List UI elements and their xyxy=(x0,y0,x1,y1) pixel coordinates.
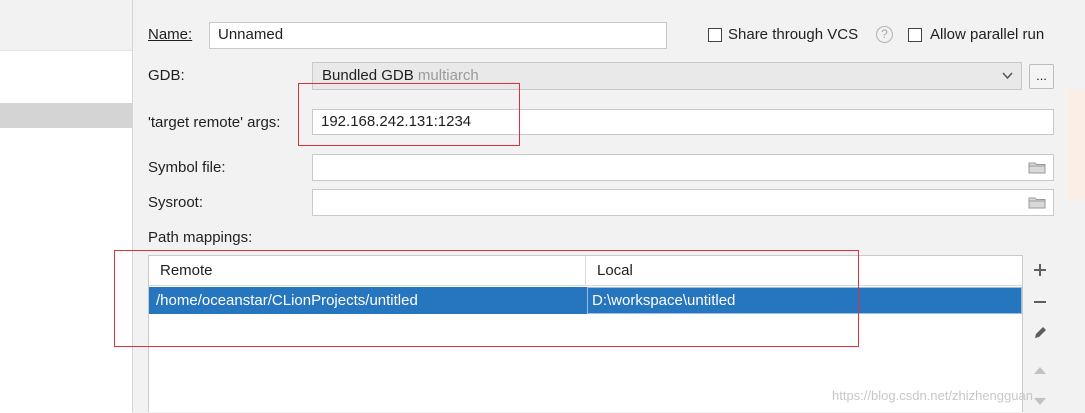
watermark-text: https://blog.csdn.net/zhizhengguan xyxy=(832,388,1033,403)
sysroot-input[interactable] xyxy=(312,189,1054,216)
edit-icon[interactable] xyxy=(1029,324,1051,346)
question-circle-icon[interactable]: ? xyxy=(876,26,893,43)
name-label-text: Name: xyxy=(148,26,193,43)
chevron-down-icon xyxy=(1002,72,1013,80)
share-vcs-checkbox[interactable] xyxy=(708,28,722,42)
name-input[interactable]: Unnamed xyxy=(209,22,667,49)
folder-icon[interactable] xyxy=(1028,161,1046,174)
symbol-file-input[interactable] xyxy=(312,154,1054,181)
gdb-label: GDB: xyxy=(148,67,185,84)
share-vcs-label[interactable]: Share through VCS xyxy=(728,25,858,45)
name-label: Name: xyxy=(148,25,192,45)
folder-icon[interactable] xyxy=(1028,196,1046,209)
target-remote-label: 'target remote' args: xyxy=(148,114,281,131)
sysroot-label: Sysroot: xyxy=(148,194,204,211)
highlight-box-path-mappings xyxy=(114,250,859,347)
symbol-file-label: Symbol file: xyxy=(148,159,226,176)
allow-parallel-run-checkbox[interactable] xyxy=(908,28,922,42)
remove-icon[interactable] xyxy=(1029,292,1051,314)
editor-gutter-strip xyxy=(1068,90,1085,200)
path-mappings-label: Path mappings: xyxy=(148,229,253,246)
gdb-select-hint: multiarch xyxy=(417,67,479,84)
gdb-select-value: Bundled GDB xyxy=(322,67,414,84)
gdb-browse-button[interactable]: ... xyxy=(1029,64,1054,89)
allow-parallel-run-label[interactable]: Allow parallel run xyxy=(930,25,1044,45)
config-tree-selected-item[interactable] xyxy=(0,103,132,128)
add-icon[interactable] xyxy=(1029,260,1051,282)
move-up-icon[interactable] xyxy=(1029,358,1051,380)
highlight-box-target-remote xyxy=(298,83,520,146)
